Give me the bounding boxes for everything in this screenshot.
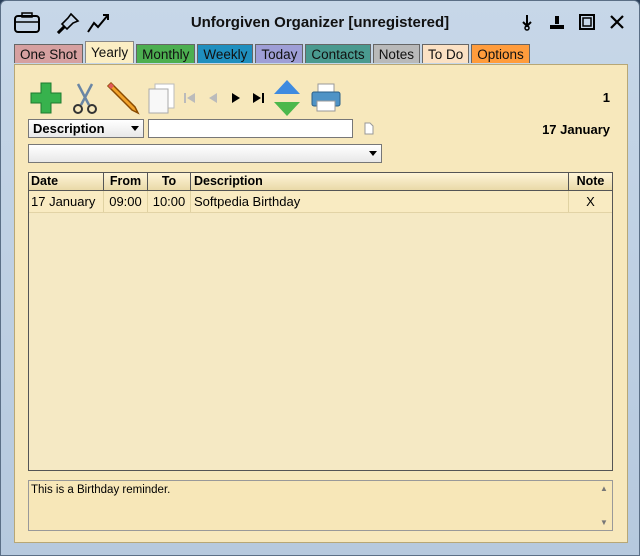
- download-icon[interactable]: [518, 13, 536, 31]
- copy-icon[interactable]: [146, 82, 178, 114]
- record-count: 1: [602, 90, 610, 105]
- column-to[interactable]: To: [148, 173, 191, 190]
- edit-icon[interactable]: [105, 79, 141, 115]
- next-icon[interactable]: [230, 92, 242, 104]
- column-note[interactable]: Note: [569, 173, 612, 190]
- tab-monthly[interactable]: Monthly: [136, 44, 196, 63]
- column-from[interactable]: From: [104, 173, 148, 190]
- tab-to-do[interactable]: To Do: [421, 44, 470, 63]
- field-select-value: Description: [33, 121, 105, 136]
- selected-date: 17 January: [542, 122, 610, 137]
- table-header: Date From To Description Note: [29, 173, 612, 191]
- yearly-panel: 1 Description 17 January Date From To De…: [14, 64, 628, 543]
- secondary-select[interactable]: [28, 144, 382, 163]
- tab-notes[interactable]: Notes: [372, 44, 420, 63]
- last-icon[interactable]: [251, 92, 265, 104]
- note-text: This is a Birthday reminder.: [31, 484, 171, 496]
- column-description[interactable]: Description: [191, 173, 569, 190]
- cell-description: Softpedia Birthday: [191, 191, 569, 212]
- add-icon[interactable]: [29, 81, 63, 115]
- table-row[interactable]: 17 January 09:00 10:00 Softpedia Birthda…: [29, 191, 612, 213]
- tab-yearly[interactable]: Yearly: [85, 41, 135, 63]
- cell-to: 10:00: [148, 191, 191, 212]
- prev-icon[interactable]: [207, 92, 219, 104]
- tab-options[interactable]: Options: [471, 44, 530, 63]
- search-input[interactable]: [148, 119, 353, 138]
- title-bar: Unforgiven Organizer [unregistered]: [1, 1, 639, 41]
- first-icon[interactable]: [183, 92, 197, 104]
- sort-icon[interactable]: [272, 79, 302, 117]
- print-icon[interactable]: [310, 83, 342, 113]
- scroll-down-icon[interactable]: ▼: [600, 518, 609, 527]
- document-icon[interactable]: [364, 122, 374, 135]
- tab-contacts[interactable]: Contacts: [305, 44, 371, 63]
- scroll-up-icon[interactable]: ▲: [600, 484, 609, 493]
- maximize-icon[interactable]: [578, 13, 596, 31]
- column-date[interactable]: Date: [29, 173, 104, 190]
- chevron-down-icon: [369, 151, 377, 156]
- note-textarea[interactable]: This is a Birthday reminder. ▲ ▼: [28, 480, 613, 531]
- tab-bar: One Shot Yearly Monthly Weekly Today Con…: [14, 41, 532, 65]
- app-window: Unforgiven Organizer [unregistered] One …: [0, 0, 640, 556]
- tab-one-shot[interactable]: One Shot: [14, 44, 84, 63]
- cell-from: 09:00: [104, 191, 148, 212]
- minimize-to-tray-icon[interactable]: [548, 13, 566, 31]
- chevron-down-icon: [131, 126, 139, 131]
- tab-today[interactable]: Today: [255, 44, 304, 63]
- events-table: Date From To Description Note 17 January…: [28, 172, 613, 471]
- cell-note: X: [586, 194, 595, 209]
- field-select[interactable]: Description: [28, 119, 144, 138]
- tab-weekly[interactable]: Weekly: [197, 44, 254, 63]
- cut-icon[interactable]: [69, 81, 101, 115]
- close-icon[interactable]: [608, 13, 626, 31]
- window-title: Unforgiven Organizer [unregistered]: [190, 14, 450, 31]
- cell-date: 17 January: [29, 191, 104, 212]
